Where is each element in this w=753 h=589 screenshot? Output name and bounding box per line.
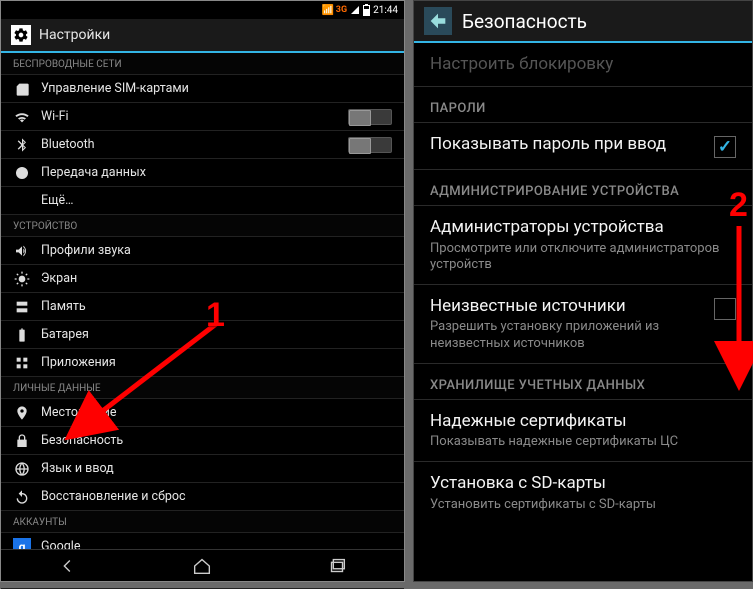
section-header-wireless: БЕСПРОВОДНЫЕ СЕТИ bbox=[1, 53, 404, 75]
row-sublabel: Разрешить установку приложений из неизве… bbox=[430, 319, 706, 352]
show-password-checkbox[interactable] bbox=[714, 136, 736, 158]
row-language[interactable]: Язык и ввод bbox=[1, 455, 404, 483]
wifi-icon bbox=[13, 108, 31, 126]
bluetooth-icon bbox=[13, 136, 31, 154]
back-icon[interactable] bbox=[424, 7, 452, 35]
row-label: Администраторы устройства bbox=[430, 217, 736, 238]
bluetooth-toggle[interactable] bbox=[348, 137, 392, 153]
page-title: Безопасность bbox=[462, 10, 587, 33]
unknown-sources-checkbox[interactable] bbox=[714, 298, 736, 320]
signal-icon bbox=[350, 5, 360, 15]
nav-recent-icon[interactable] bbox=[325, 554, 349, 578]
row-label: Передача данных bbox=[41, 165, 392, 180]
status-bar: 📶 3G 21:44 bbox=[1, 1, 404, 19]
row-label: Wi-Fi bbox=[41, 109, 338, 124]
storage-icon bbox=[13, 298, 31, 316]
row-security[interactable]: Безопасность bbox=[1, 427, 404, 455]
section-header-admin: АДМИНИСТРИРОВАНИЕ УСТРОЙСТВА bbox=[414, 170, 752, 206]
row-label: Надежные сертификаты bbox=[430, 411, 736, 432]
row-device-admins[interactable]: Администраторы устройства Просмотрите ил… bbox=[414, 206, 752, 285]
row-sublabel: Установить сертификаты с SD-карты bbox=[430, 497, 736, 513]
row-label: Память bbox=[41, 299, 392, 314]
nav-back-icon[interactable] bbox=[56, 554, 80, 578]
security-screen-right: Безопасность Настроить блокировку ПАРОЛИ… bbox=[413, 0, 753, 582]
row-label: Ещё… bbox=[41, 193, 392, 208]
row-reset[interactable]: Восстановление и сброс bbox=[1, 483, 404, 511]
section-header-creds: ХРАНИЛИЩЕ УЧЕТНЫХ ДАННЫХ bbox=[414, 364, 752, 400]
security-list: Настроить блокировку ПАРОЛИ Показывать п… bbox=[414, 43, 752, 524]
settings-list: БЕСПРОВОДНЫЕ СЕТИ Управление SIM-картами… bbox=[1, 53, 404, 589]
row-label: Настроить блокировку bbox=[430, 54, 736, 75]
page-title: Настройки bbox=[39, 27, 110, 43]
row-wifi[interactable]: Wi-Fi bbox=[1, 103, 404, 131]
section-header-passwords: ПАРОЛИ bbox=[414, 87, 752, 123]
row-sublabel: Показывать надежные сертификаты ЦС bbox=[430, 434, 736, 450]
row-more[interactable]: Ещё… bbox=[1, 187, 404, 215]
sound-icon bbox=[13, 242, 31, 260]
apps-icon bbox=[13, 354, 31, 372]
row-label: Установка с SD-карты bbox=[430, 473, 736, 494]
row-label: Безопасность bbox=[41, 433, 392, 448]
network-type: 3G bbox=[336, 5, 347, 15]
row-label: Восстановление и сброс bbox=[41, 489, 392, 504]
wifi-toggle[interactable] bbox=[348, 109, 392, 125]
section-header-personal: ЛИЧНЫЕ ДАННЫЕ bbox=[1, 377, 404, 399]
row-label: Неизвестные источники bbox=[430, 296, 706, 317]
lock-icon bbox=[13, 432, 31, 450]
row-label: Показывать пароль при ввод bbox=[430, 134, 706, 155]
row-label: Приложения bbox=[41, 355, 392, 370]
battery-icon bbox=[363, 5, 370, 16]
row-label: Батарея bbox=[41, 327, 392, 342]
row-label: Язык и ввод bbox=[41, 461, 392, 476]
location-icon bbox=[13, 404, 31, 422]
language-icon bbox=[13, 460, 31, 478]
gear-icon bbox=[11, 25, 31, 45]
row-setup-lock[interactable]: Настроить блокировку bbox=[414, 43, 752, 87]
settings-screen-left: 📶 3G 21:44 Настройки БЕСПРОВОДНЫЕ СЕТИ У… bbox=[0, 0, 405, 582]
row-label: Местопо ние bbox=[41, 405, 392, 420]
row-label: Bluetooth bbox=[41, 137, 338, 152]
app-bar: Настройки bbox=[1, 19, 404, 53]
row-battery[interactable]: Батарея bbox=[1, 321, 404, 349]
data-icon bbox=[13, 164, 31, 182]
clock: 21:44 bbox=[373, 5, 398, 16]
section-header-accounts: АККАУНТЫ bbox=[1, 511, 404, 533]
sim-icon bbox=[13, 80, 31, 98]
section-header-device: УСТРОЙСТВО bbox=[1, 215, 404, 237]
nav-bar bbox=[1, 549, 404, 581]
row-label: Экран bbox=[41, 271, 392, 286]
row-display[interactable]: Экран bbox=[1, 265, 404, 293]
app-bar: Безопасность bbox=[414, 1, 752, 43]
row-data[interactable]: Передача данных bbox=[1, 159, 404, 187]
display-icon bbox=[13, 270, 31, 288]
row-location[interactable]: Местопо ние bbox=[1, 399, 404, 427]
nav-home-icon[interactable] bbox=[190, 554, 214, 578]
row-show-password[interactable]: Показывать пароль при ввод bbox=[414, 123, 752, 170]
row-install-sd[interactable]: Установка с SD-карты Установить сертифик… bbox=[414, 462, 752, 524]
row-sound[interactable]: Профили звука bbox=[1, 237, 404, 265]
row-bluetooth[interactable]: Bluetooth bbox=[1, 131, 404, 159]
battery-icon bbox=[13, 326, 31, 344]
blank-icon bbox=[13, 192, 31, 210]
row-sublabel: Просмотрите или отключите администраторо… bbox=[430, 241, 736, 274]
row-trusted-certs[interactable]: Надежные сертификаты Показывать надежные… bbox=[414, 400, 752, 463]
row-label: Управление SIM-картами bbox=[41, 81, 392, 96]
row-unknown-sources[interactable]: Неизвестные источники Разрешить установк… bbox=[414, 285, 752, 364]
row-sim[interactable]: Управление SIM-картами bbox=[1, 75, 404, 103]
row-label: Профили звука bbox=[41, 243, 392, 258]
network-icon: 📶 bbox=[323, 5, 333, 15]
row-storage[interactable]: Память bbox=[1, 293, 404, 321]
row-apps[interactable]: Приложения bbox=[1, 349, 404, 377]
reset-icon bbox=[13, 488, 31, 506]
